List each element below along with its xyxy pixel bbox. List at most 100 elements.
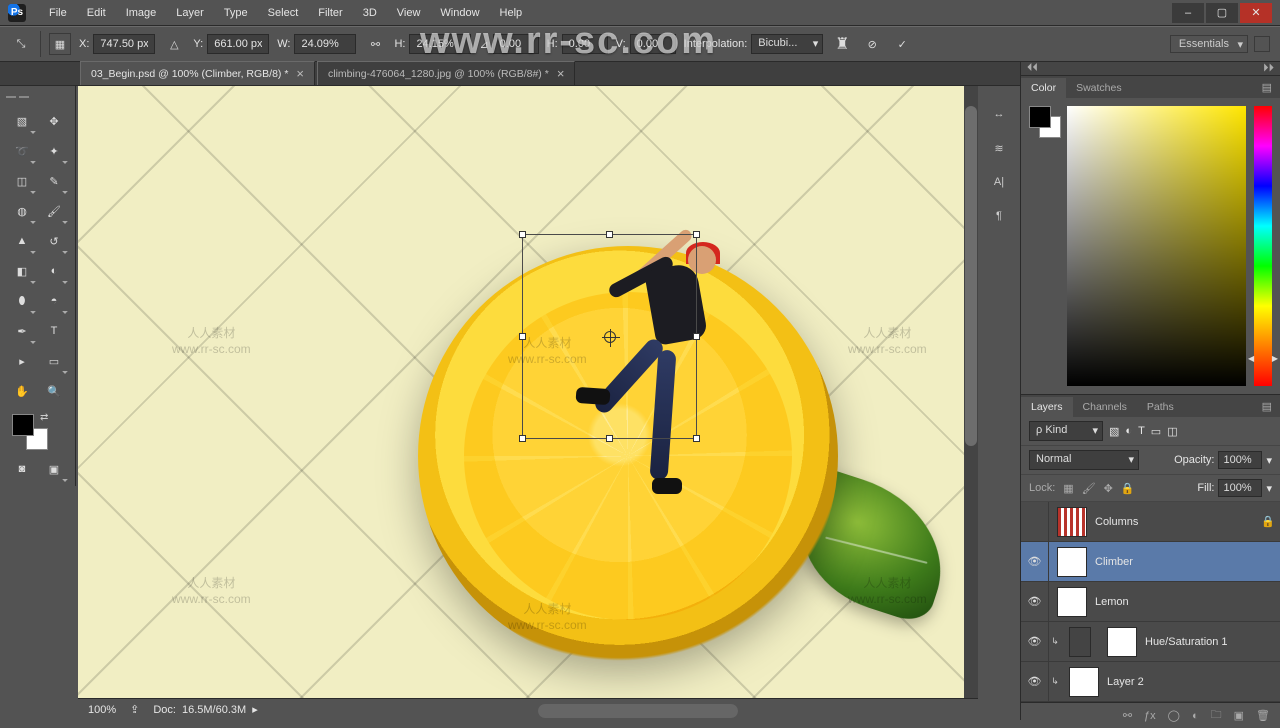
- tab-paths[interactable]: Paths: [1137, 397, 1184, 417]
- menu-3d[interactable]: 3D: [354, 4, 386, 22]
- blur-tool[interactable]: ⬮: [8, 288, 36, 314]
- zoom-value[interactable]: 100%: [88, 704, 116, 716]
- scroll-thumb[interactable]: [965, 106, 977, 446]
- link-layers-icon[interactable]: ⚯: [1123, 709, 1132, 722]
- layer-row[interactable]: Columns 🔒: [1021, 502, 1280, 542]
- visibility-toggle[interactable]: 👁: [1021, 662, 1049, 701]
- add-mask-icon[interactable]: ◯: [1168, 709, 1180, 722]
- visibility-toggle[interactable]: 👁: [1021, 582, 1049, 621]
- pen-tool[interactable]: ✒: [8, 318, 36, 344]
- zoom-tool[interactable]: 🔍: [40, 378, 68, 404]
- transform-handle[interactable]: [519, 231, 526, 238]
- brush-panel-icon[interactable]: ↔: [989, 104, 1009, 124]
- export-icon[interactable]: ⇪: [130, 703, 139, 716]
- hue-slider[interactable]: ◀▶: [1254, 106, 1272, 386]
- reference-point-icon[interactable]: ▦: [49, 33, 71, 55]
- eraser-tool[interactable]: ◧: [8, 258, 36, 284]
- canvas-vertical-scrollbar[interactable]: [964, 86, 978, 698]
- lock-position-icon[interactable]: ✥: [1104, 482, 1113, 495]
- lock-paint-icon[interactable]: 🖌: [1082, 482, 1096, 495]
- adjustment-thumb[interactable]: [1069, 627, 1091, 657]
- visibility-toggle[interactable]: 👁: [1021, 622, 1049, 661]
- workspace-menu-icon[interactable]: [1254, 36, 1270, 52]
- layer-thumb[interactable]: [1057, 587, 1087, 617]
- h-input[interactable]: [409, 34, 471, 54]
- chevron-right-icon[interactable]: ▸: [252, 703, 258, 716]
- new-layer-icon[interactable]: ▣: [1234, 709, 1244, 722]
- interpolation-select[interactable]: Bicubi...: [751, 34, 823, 54]
- brush-tool[interactable]: 🖌: [40, 198, 68, 224]
- tab-layers[interactable]: Layers: [1021, 397, 1073, 417]
- eyedropper-tool[interactable]: ✎: [40, 168, 68, 194]
- color-field[interactable]: [1067, 106, 1246, 386]
- y-input[interactable]: [207, 34, 269, 54]
- layer-row[interactable]: 👁 ↳ Layer 2: [1021, 662, 1280, 702]
- menu-help[interactable]: Help: [491, 4, 532, 22]
- hskew-input[interactable]: [562, 34, 608, 54]
- layer-thumb[interactable]: [1057, 507, 1087, 537]
- transform-handle[interactable]: [693, 231, 700, 238]
- rotate-input[interactable]: [493, 34, 539, 54]
- menu-select[interactable]: Select: [259, 4, 308, 22]
- type-tool[interactable]: T: [40, 318, 68, 344]
- filter-adjust-icon[interactable]: ◐: [1125, 425, 1132, 437]
- gradient-tool[interactable]: ◐: [40, 258, 68, 284]
- character-panel-icon[interactable]: A|: [989, 172, 1009, 192]
- menu-file[interactable]: File: [40, 4, 76, 22]
- transform-handle[interactable]: [519, 435, 526, 442]
- x-input[interactable]: [93, 34, 155, 54]
- visibility-toggle[interactable]: 👁: [1021, 542, 1049, 581]
- filter-kind-select[interactable]: ρ Kind: [1029, 421, 1103, 441]
- filter-shape-icon[interactable]: ▭: [1151, 425, 1161, 438]
- lock-transparency-icon[interactable]: ▦: [1063, 482, 1073, 495]
- menu-layer[interactable]: Layer: [167, 4, 213, 22]
- brushpresets-icon[interactable]: ≋: [989, 138, 1009, 158]
- layer-thumb[interactable]: [1057, 547, 1087, 577]
- paragraph-panel-icon[interactable]: ¶: [989, 206, 1009, 226]
- window-minimize[interactable]: –: [1172, 3, 1204, 23]
- blend-mode-select[interactable]: Normal: [1029, 450, 1139, 470]
- transform-tool-icon[interactable]: ⤡: [10, 33, 32, 55]
- layer-row[interactable]: 👁 Climber: [1021, 542, 1280, 582]
- layer-name[interactable]: Lemon: [1095, 596, 1280, 608]
- layer-name[interactable]: Climber: [1095, 556, 1280, 568]
- menu-image[interactable]: Image: [117, 4, 166, 22]
- menu-edit[interactable]: Edit: [78, 4, 115, 22]
- doc-tab-inactive[interactable]: climbing-476064_1280.jpg @ 100% (RGB/8#)…: [317, 61, 575, 85]
- transform-center[interactable]: [604, 331, 616, 343]
- close-tab-icon[interactable]: ×: [296, 66, 304, 81]
- window-close[interactable]: ✕: [1240, 3, 1272, 23]
- layer-name[interactable]: Hue/Saturation 1: [1145, 636, 1280, 648]
- chevron-down-icon[interactable]: ▾: [1266, 482, 1272, 495]
- new-group-icon[interactable]: 🗀: [1211, 706, 1222, 725]
- delete-layer-icon[interactable]: 🗑: [1256, 709, 1270, 722]
- lock-all-icon[interactable]: 🔒: [1121, 482, 1135, 495]
- history-brush-tool[interactable]: ↺: [40, 228, 68, 254]
- opacity-input[interactable]: [1218, 451, 1262, 469]
- canvas-horizontal-scrollbar[interactable]: [538, 704, 738, 718]
- tab-swatches[interactable]: Swatches: [1066, 78, 1132, 98]
- quickmask-tool[interactable]: ◙: [8, 456, 36, 482]
- filter-type-icon[interactable]: T: [1138, 425, 1145, 437]
- move-tool[interactable]: ✥: [40, 108, 68, 134]
- delta-icon[interactable]: △: [163, 33, 185, 55]
- chevron-down-icon[interactable]: ▾: [1266, 454, 1272, 467]
- menu-view[interactable]: View: [388, 4, 430, 22]
- layer-row[interactable]: 👁 ↳ Hue/Saturation 1: [1021, 622, 1280, 662]
- layer-name[interactable]: Layer 2: [1107, 676, 1280, 688]
- foreground-swatch[interactable]: [12, 414, 34, 436]
- crop-tool[interactable]: ◫: [8, 168, 36, 194]
- commit-transform-icon[interactable]: ✓: [891, 33, 913, 55]
- foreground-color[interactable]: [1029, 106, 1051, 128]
- filter-smart-icon[interactable]: ◫: [1167, 425, 1177, 438]
- transform-handle[interactable]: [606, 231, 613, 238]
- path-select-tool[interactable]: ▸: [8, 348, 36, 374]
- lasso-tool[interactable]: ➰: [8, 138, 36, 164]
- close-tab-icon[interactable]: ×: [557, 66, 565, 81]
- color-swatches[interactable]: [1029, 106, 1059, 136]
- menu-window[interactable]: Window: [431, 4, 488, 22]
- panel-menu-icon[interactable]: ▤: [1254, 396, 1280, 417]
- aspect-link-icon[interactable]: ⚯: [364, 33, 386, 55]
- expand-panels-icon[interactable]: ⏵⏵: [1263, 62, 1274, 75]
- window-maximize[interactable]: ▢: [1206, 3, 1238, 23]
